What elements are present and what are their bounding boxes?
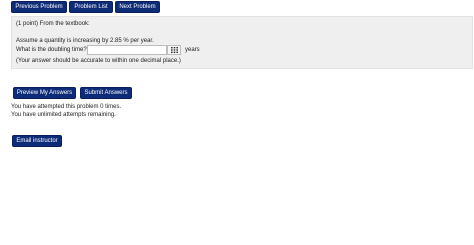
problem-panel: (1 point) From the textbook: Assume a qu… [11, 16, 473, 69]
answer-units: years [185, 47, 200, 53]
equation-editor-button[interactable] [167, 45, 181, 55]
attempts-status: You have attempted this problem 0 times. [11, 104, 122, 110]
problem-question: What is the doubling time? [16, 47, 87, 53]
problem-statement: Assume a quantity is increasing by 2.85 … [16, 38, 154, 44]
next-problem-button[interactable]: Next Problem [115, 1, 160, 13]
problem-intro: (1 point) From the textbook: [16, 21, 90, 27]
preview-answers-button[interactable]: Preview My Answers [13, 87, 76, 99]
remaining-attempts-status: You have unlimited attempts remaining. [11, 112, 116, 118]
answer-input[interactable] [87, 45, 167, 55]
previous-problem-button[interactable]: Previous Problem [11, 1, 67, 13]
submit-answers-button[interactable]: Submit Answers [80, 87, 132, 99]
keypad-grid-icon [170, 47, 178, 53]
accuracy-hint: (Your answer should be accurate to withi… [16, 58, 181, 64]
email-instructor-button[interactable]: Email instructor [12, 135, 62, 147]
problem-list-button[interactable]: Problem List [69, 1, 113, 13]
